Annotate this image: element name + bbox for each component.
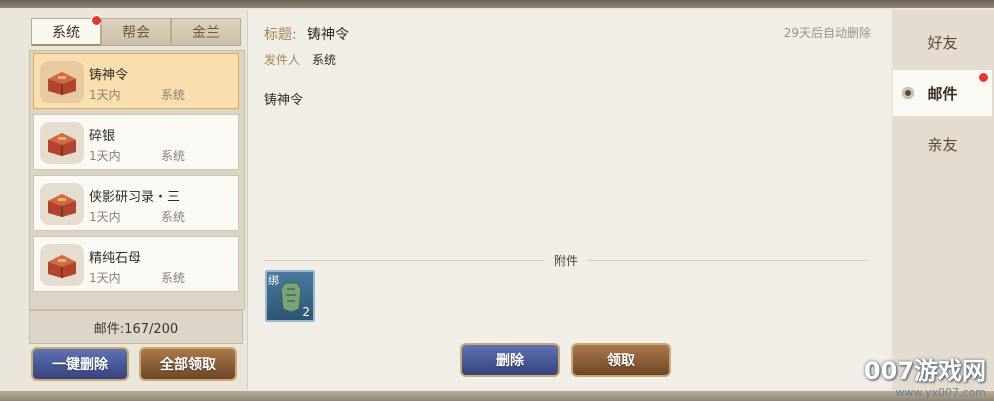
- bound-tag: 绑: [268, 274, 279, 287]
- treasure-chest-icon: [40, 122, 84, 164]
- mail-count: 邮件:167/200: [29, 310, 243, 344]
- watermark: 007游戏网 www.yx007.com: [864, 351, 986, 399]
- mail-title: 铸神令: [89, 68, 129, 83]
- delete-button[interactable]: 删除: [460, 343, 560, 377]
- tab-label: 金兰: [192, 25, 220, 41]
- mail-list[interactable]: 铸神令 1天内 系统 碎银 1天内 系统 侠影研习录・三 1天内 系统 精纯石母…: [29, 50, 245, 310]
- mail-time: 1天内: [89, 271, 121, 285]
- top-border: [0, 0, 994, 8]
- attachment-label: 附件: [554, 254, 579, 268]
- mail-category-tabs: 系统 帮会 金兰: [31, 15, 241, 46]
- tab-guild[interactable]: 帮会: [101, 18, 171, 46]
- divider-left: [264, 260, 544, 261]
- mail-source: 系统: [161, 149, 186, 163]
- tab-label: 系统: [52, 24, 80, 41]
- nav-label: 好友: [927, 33, 958, 52]
- attachment-quantity: 2: [302, 305, 310, 319]
- mail-sender: 系统: [312, 53, 337, 67]
- tab-sworn[interactable]: 金兰: [171, 18, 241, 46]
- mail-time: 1天内: [89, 210, 121, 224]
- mail-list-item[interactable]: 铸神令 1天内 系统: [33, 53, 239, 109]
- attachment-slot[interactable]: 绑 2: [265, 270, 315, 322]
- claim-button[interactable]: 领取: [571, 343, 671, 377]
- mail-time: 1天内: [89, 88, 121, 102]
- mail-title: 精纯石母: [89, 251, 142, 266]
- bottom-border: [0, 391, 994, 401]
- nav-mail[interactable]: 邮件: [893, 70, 992, 116]
- nav-relatives[interactable]: 亲友: [893, 121, 992, 167]
- watermark-url: www.yx007.com: [895, 386, 986, 399]
- mail-detail-panel: 标题: 铸神令 29天后自动删除 发件人 系统 铸神令 附件 绑 2 删除 领取: [247, 10, 891, 390]
- nav-friends[interactable]: 好友: [893, 19, 992, 65]
- nav-label: 邮件: [927, 84, 958, 103]
- notification-dot: [978, 72, 989, 83]
- mail-list-item[interactable]: 侠影研习录・三 1天内 系统: [33, 175, 239, 231]
- mail-list-item[interactable]: 碎银 1天内 系统: [33, 114, 239, 170]
- tab-label: 帮会: [122, 25, 150, 41]
- mail-time: 1天内: [89, 149, 121, 163]
- delete-all-button[interactable]: 一键删除: [31, 347, 129, 381]
- tab-system[interactable]: 系统: [31, 15, 102, 46]
- mail-list-item[interactable]: 精纯石母 1天内 系统: [33, 236, 239, 292]
- mail-body: 铸神令: [264, 93, 304, 108]
- expire-note: 29天后自动删除: [783, 26, 871, 40]
- jade-token-icon: [280, 282, 302, 313]
- mail-title: 碎银: [89, 129, 116, 144]
- mail-title: 侠影研习录・三: [89, 190, 181, 205]
- treasure-chest-icon: [40, 244, 84, 286]
- mail-subject: 铸神令: [307, 27, 349, 43]
- treasure-chest-icon: [40, 183, 84, 225]
- mail-source: 系统: [161, 271, 186, 285]
- divider-right: [588, 260, 868, 261]
- claim-all-button[interactable]: 全部领取: [139, 347, 237, 381]
- subject-label: 标题:: [264, 27, 297, 43]
- watermark-logo: 007游戏网: [863, 357, 986, 385]
- mail-source: 系统: [161, 88, 186, 102]
- nav-label: 亲友: [927, 135, 958, 154]
- social-side-nav: 好友 邮件 亲友: [893, 10, 994, 390]
- mail-list-panel: 系统 帮会 金兰 铸神令 1天内 系统 碎银 1天内 系统 侠影研习录・三 1天…: [25, 14, 247, 386]
- sender-label: 发件人: [264, 53, 301, 67]
- mail-source: 系统: [161, 210, 186, 224]
- selected-bullet-icon: [902, 87, 914, 99]
- treasure-chest-icon: [40, 61, 84, 103]
- game-window: 系统 帮会 金兰 铸神令 1天内 系统 碎银 1天内 系统 侠影研习录・三 1天…: [0, 0, 994, 401]
